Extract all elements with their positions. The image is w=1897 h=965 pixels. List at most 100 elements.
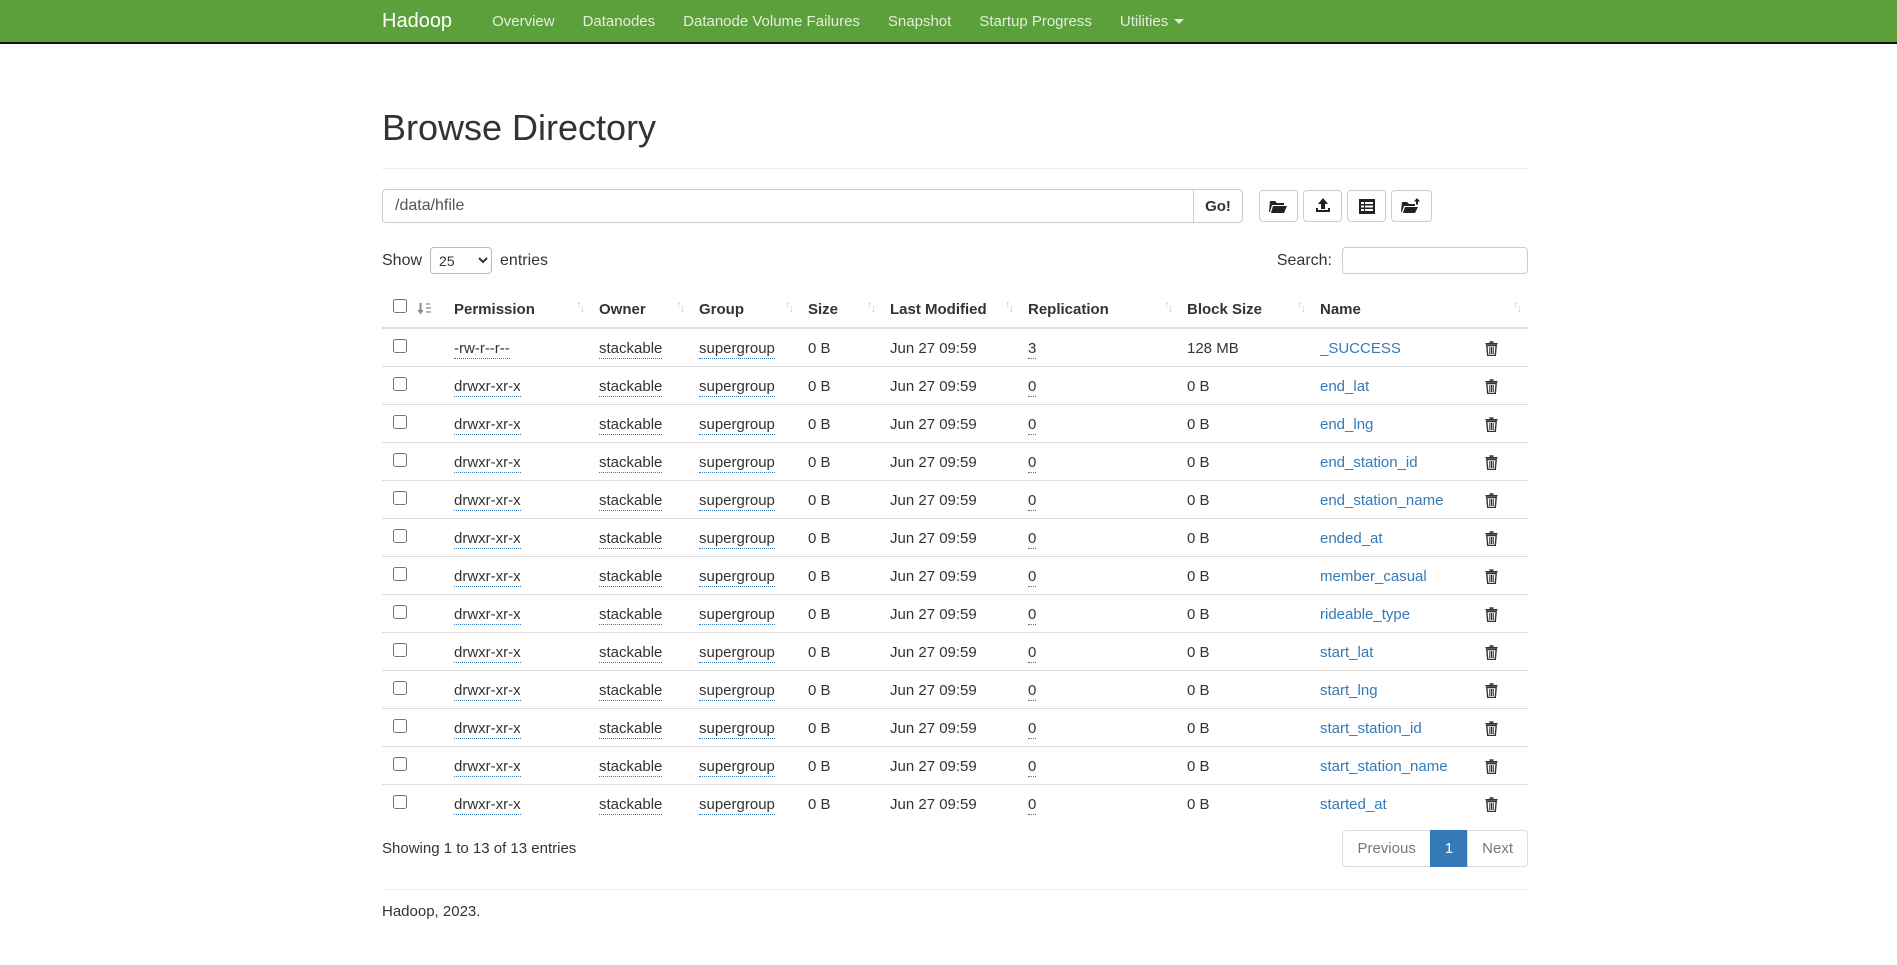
replication-value[interactable]: 0 <box>1028 492 1036 511</box>
list-view-button[interactable] <box>1347 190 1386 222</box>
file-link[interactable]: _SUCCESS <box>1320 340 1401 357</box>
directory-path-input[interactable] <box>382 189 1193 223</box>
file-link[interactable]: started_at <box>1320 796 1387 813</box>
replication-value[interactable]: 3 <box>1028 340 1036 359</box>
group-value[interactable]: supergroup <box>699 340 775 359</box>
group-value[interactable]: supergroup <box>699 796 775 815</box>
file-link[interactable]: ended_at <box>1320 530 1383 547</box>
group-value[interactable]: supergroup <box>699 568 775 587</box>
column-header-block-size[interactable]: Block Size↑↓ <box>1179 291 1312 328</box>
row-checkbox[interactable] <box>393 491 407 505</box>
row-checkbox[interactable] <box>393 681 407 695</box>
file-link[interactable]: start_station_id <box>1320 720 1422 737</box>
file-link[interactable]: end_lat <box>1320 378 1369 395</box>
file-link[interactable]: rideable_type <box>1320 606 1410 623</box>
delete-button[interactable] <box>1485 417 1498 432</box>
file-link[interactable]: start_lng <box>1320 682 1378 699</box>
owner-value[interactable]: stackable <box>599 492 662 511</box>
column-header-owner[interactable]: Owner↑↓ <box>591 291 691 328</box>
go-button[interactable]: Go! <box>1193 189 1243 223</box>
replication-value[interactable]: 0 <box>1028 720 1036 739</box>
owner-value[interactable]: stackable <box>599 796 662 815</box>
owner-value[interactable]: stackable <box>599 340 662 359</box>
permission-value[interactable]: drwxr-xr-x <box>454 454 521 473</box>
replication-value[interactable]: 0 <box>1028 682 1036 701</box>
pagination-previous[interactable]: Previous <box>1342 830 1430 867</box>
delete-button[interactable] <box>1485 759 1498 774</box>
owner-value[interactable]: stackable <box>599 720 662 739</box>
delete-button[interactable] <box>1485 683 1498 698</box>
group-value[interactable]: supergroup <box>699 758 775 777</box>
column-header-size[interactable]: Size↑↓ <box>800 291 882 328</box>
owner-value[interactable]: stackable <box>599 416 662 435</box>
search-input[interactable] <box>1342 247 1528 274</box>
row-checkbox[interactable] <box>393 377 407 391</box>
owner-value[interactable]: stackable <box>599 568 662 587</box>
group-value[interactable]: supergroup <box>699 720 775 739</box>
file-link[interactable]: start_lat <box>1320 644 1373 661</box>
group-value[interactable]: supergroup <box>699 454 775 473</box>
file-link[interactable]: member_casual <box>1320 568 1427 585</box>
owner-value[interactable]: stackable <box>599 644 662 663</box>
new-folder-button[interactable] <box>1391 190 1432 222</box>
column-header-group[interactable]: Group↑↓ <box>691 291 800 328</box>
owner-value[interactable]: stackable <box>599 758 662 777</box>
row-checkbox[interactable] <box>393 339 407 353</box>
delete-button[interactable] <box>1485 379 1498 394</box>
nav-startup-progress[interactable]: Startup Progress <box>965 13 1106 30</box>
nav-datanodes[interactable]: Datanodes <box>569 13 670 30</box>
delete-button[interactable] <box>1485 645 1498 660</box>
permission-value[interactable]: drwxr-xr-x <box>454 378 521 397</box>
row-checkbox[interactable] <box>393 567 407 581</box>
page-size-select[interactable]: 25 <box>430 247 492 274</box>
replication-value[interactable]: 0 <box>1028 644 1036 663</box>
column-header-permission[interactable]: Permission↑↓ <box>446 291 591 328</box>
owner-value[interactable]: stackable <box>599 530 662 549</box>
folder-open-button[interactable] <box>1259 190 1298 222</box>
delete-button[interactable] <box>1485 569 1498 584</box>
permission-value[interactable]: drwxr-xr-x <box>454 416 521 435</box>
replication-value[interactable]: 0 <box>1028 454 1036 473</box>
nav-overview[interactable]: Overview <box>478 13 569 30</box>
nav-snapshot[interactable]: Snapshot <box>874 13 965 30</box>
permission-value[interactable]: drwxr-xr-x <box>454 682 521 701</box>
delete-button[interactable] <box>1485 493 1498 508</box>
group-value[interactable]: supergroup <box>699 492 775 511</box>
replication-value[interactable]: 0 <box>1028 530 1036 549</box>
group-value[interactable]: supergroup <box>699 416 775 435</box>
permission-value[interactable]: drwxr-xr-x <box>454 530 521 549</box>
file-link[interactable]: start_station_name <box>1320 758 1448 775</box>
group-value[interactable]: supergroup <box>699 606 775 625</box>
group-value[interactable]: supergroup <box>699 644 775 663</box>
file-link[interactable]: end_lng <box>1320 416 1373 433</box>
row-checkbox[interactable] <box>393 415 407 429</box>
file-link[interactable]: end_station_id <box>1320 454 1418 471</box>
permission-value[interactable]: -rw-r--r-- <box>454 340 510 359</box>
permission-value[interactable]: drwxr-xr-x <box>454 606 521 625</box>
select-all-header[interactable] <box>382 291 446 328</box>
column-header-replication[interactable]: Replication↑↓ <box>1020 291 1179 328</box>
pagination-page-1[interactable]: 1 <box>1430 830 1468 867</box>
row-checkbox[interactable] <box>393 529 407 543</box>
file-link[interactable]: end_station_name <box>1320 492 1443 509</box>
permission-value[interactable]: drwxr-xr-x <box>454 758 521 777</box>
replication-value[interactable]: 0 <box>1028 378 1036 397</box>
owner-value[interactable]: stackable <box>599 682 662 701</box>
brand-hadoop[interactable]: Hadoop <box>382 10 452 33</box>
permission-value[interactable]: drwxr-xr-x <box>454 720 521 739</box>
replication-value[interactable]: 0 <box>1028 758 1036 777</box>
nav-datanode-volume-failures[interactable]: Datanode Volume Failures <box>669 13 874 30</box>
upload-button[interactable] <box>1303 190 1342 222</box>
group-value[interactable]: supergroup <box>699 530 775 549</box>
owner-value[interactable]: stackable <box>599 454 662 473</box>
permission-value[interactable]: drwxr-xr-x <box>454 644 521 663</box>
row-checkbox[interactable] <box>393 643 407 657</box>
row-checkbox[interactable] <box>393 719 407 733</box>
pagination-next[interactable]: Next <box>1467 830 1528 867</box>
column-header-name[interactable]: Name↑↓ <box>1312 291 1528 328</box>
replication-value[interactable]: 0 <box>1028 796 1036 815</box>
column-header-last-modified[interactable]: Last Modified↑↓ <box>882 291 1020 328</box>
row-checkbox[interactable] <box>393 757 407 771</box>
replication-value[interactable]: 0 <box>1028 606 1036 625</box>
permission-value[interactable]: drwxr-xr-x <box>454 568 521 587</box>
